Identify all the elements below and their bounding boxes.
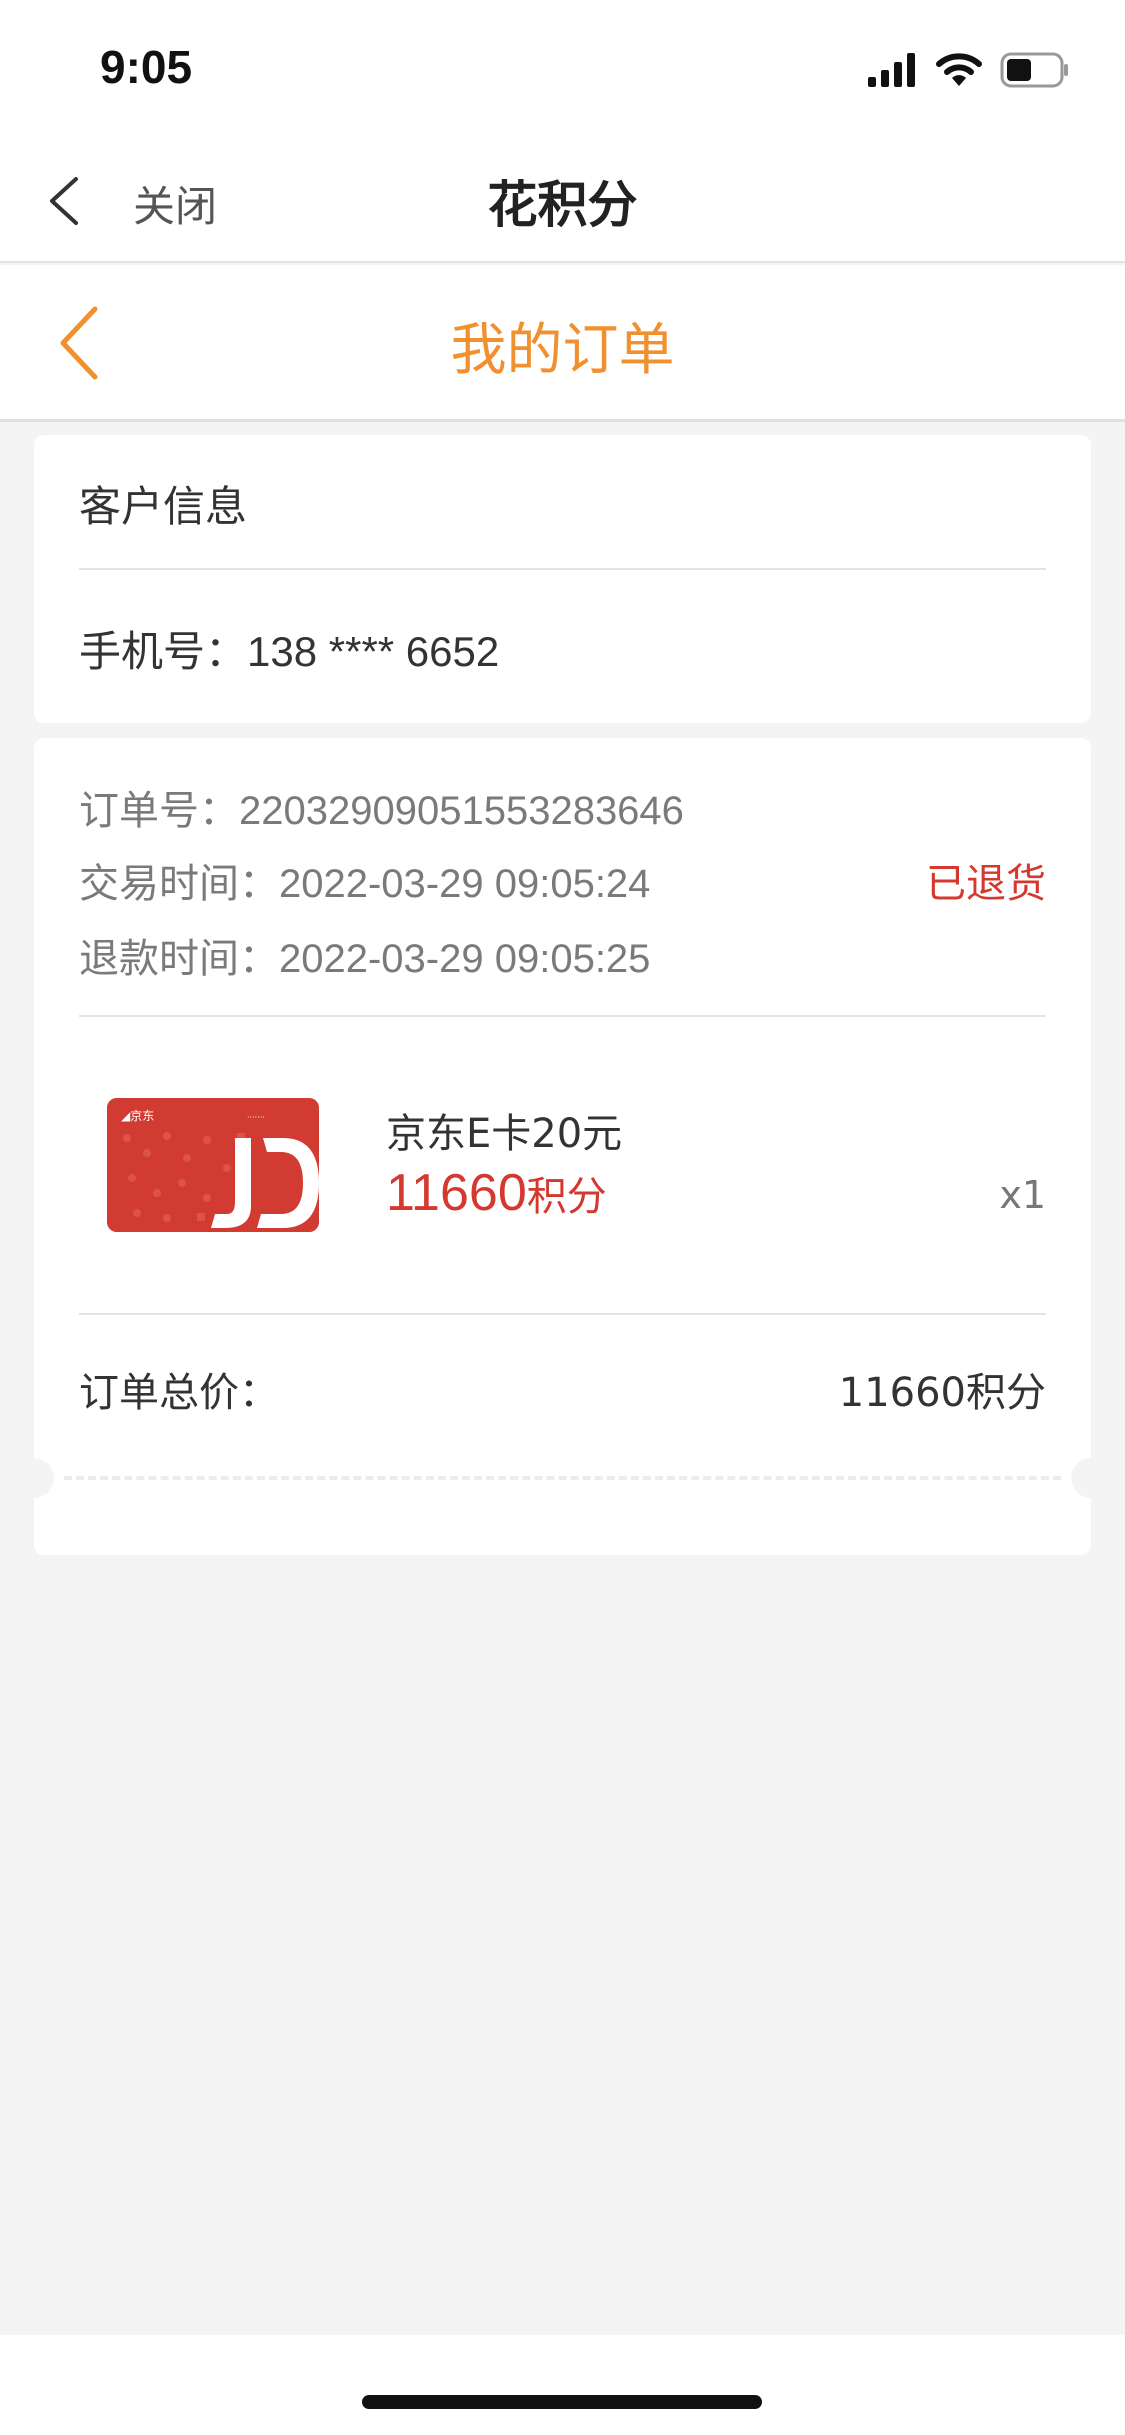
divider	[79, 1313, 1046, 1315]
order-card: 订单号：2203290905155328364​6 交易时间：2022-03-2…	[14, 738, 1111, 1555]
order-number-value: 2203290905155328364​6	[239, 789, 684, 833]
order-status-badge: 已退货	[926, 861, 1046, 907]
battery-icon	[1000, 52, 1070, 92]
signal-icon	[868, 53, 918, 91]
divider	[79, 568, 1046, 570]
status-time: 9:05	[100, 41, 193, 93]
ticket-notch-left	[14, 1458, 54, 1498]
order-total-label: 订单总价：	[79, 1370, 279, 1416]
trade-time-label: 交易时间：	[79, 861, 279, 907]
divider	[79, 1015, 1046, 1017]
phone-value: 138 **** 6652	[247, 628, 500, 675]
bottom-bar	[0, 2335, 1125, 2435]
trade-time-row: 交易时间：2022-03-29 09:05:24	[79, 851, 650, 909]
wifi-icon	[936, 53, 982, 91]
status-bar: 9:05	[0, 0, 1125, 135]
refund-time-row: 退款时间：2022-03-29 09:05:25	[79, 926, 650, 984]
jd-ecard-image[interactable]: ◢京东 ·······	[107, 1098, 319, 1232]
top-nav: 关闭 花积分	[0, 135, 1125, 263]
product-name[interactable]: 京东E卡20元	[386, 1101, 622, 1159]
order-total-value: 11660积分	[838, 1370, 1046, 1416]
phone-row: 手机号：138 **** 6652	[79, 618, 499, 679]
svg-text:·······: ·······	[247, 1113, 265, 1122]
svg-text:◢京东: ◢京东	[121, 1109, 154, 1123]
page-title: 花积分	[487, 176, 638, 234]
customer-info-title: 客户信息	[79, 482, 248, 531]
home-indicator[interactable]	[362, 2395, 762, 2409]
sub-nav: 我的订单	[0, 265, 1125, 422]
dashed-separator	[64, 1476, 1061, 1480]
customer-info-card: 客户信息 手机号：138 **** 6652	[34, 435, 1091, 723]
product-price: 11660积分	[386, 1163, 607, 1223]
product-quantity: x1	[999, 1173, 1046, 1217]
order-number-label: 订单号：	[79, 788, 239, 834]
ticket-notch-right	[1071, 1458, 1111, 1498]
orders-title: 我的订单	[450, 318, 675, 383]
refund-time-label: 退款时间：	[79, 936, 279, 982]
phone-label: 手机号：	[79, 627, 248, 676]
trade-time-value: 2022-03-29 09:05:24	[279, 862, 651, 906]
product-price-number: 11660	[386, 1164, 527, 1222]
refund-time-value: 2022-03-29 09:05:25	[279, 937, 651, 981]
status-icons	[868, 52, 1070, 92]
product-price-unit: 积分	[526, 1174, 607, 1220]
order-number-row: 订单号：2203290905155328364​6	[79, 778, 684, 836]
